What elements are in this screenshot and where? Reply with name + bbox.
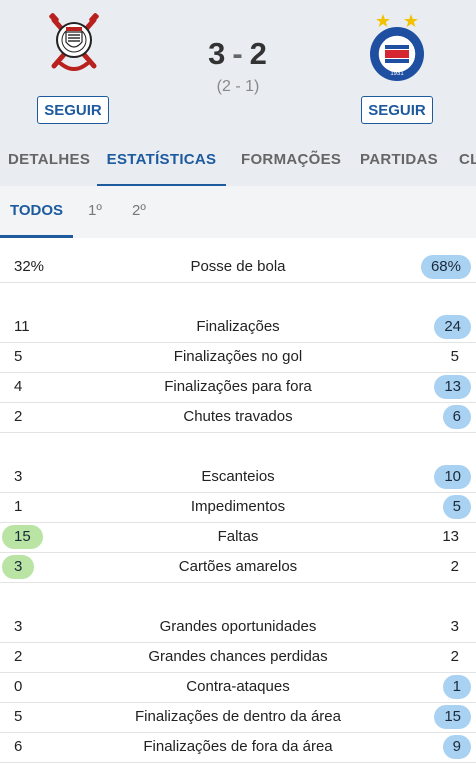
stat-row: Finalizações no gol 5 5 [0, 342, 476, 373]
stat-away-value: 13 [442, 528, 459, 545]
stat-row: Impedimentos 1 5 [0, 492, 476, 523]
stat-label: Chutes travados [183, 408, 293, 425]
stat-label: Contra-ataques [186, 678, 290, 695]
away-crest-year: 1931 [390, 71, 404, 77]
stat-away-value: 10 [434, 465, 471, 489]
stat-home-value: 5 [14, 348, 23, 365]
tab-todos[interactable]: TODOS [0, 186, 73, 238]
stat-label: Finalizações para fora [164, 378, 312, 395]
stat-home-value: 5 [14, 708, 23, 725]
stat-away-value: 24 [434, 315, 471, 339]
stat-label: Escanteios [201, 468, 275, 485]
stat-home-value: 2 [14, 408, 23, 425]
stat-row: Finalizações de fora da área 6 9 [0, 732, 476, 763]
tab-second-half[interactable]: 2º [132, 186, 146, 235]
stat-away-value: 13 [434, 375, 471, 399]
stat-away-value: 5 [442, 495, 471, 519]
stat-row: Grandes chances perdidas 2 2 [0, 642, 476, 673]
stat-home-value: 15 [2, 525, 43, 549]
tab-detalhes[interactable]: DETALHES [8, 138, 90, 184]
score-separator: - [232, 36, 244, 71]
stat-label: Impedimentos [190, 498, 286, 515]
stat-label: Grandes oportunidades [159, 618, 317, 635]
stat-away-value: 1 [442, 675, 471, 699]
stat-label: Finalizações no gol [173, 348, 303, 365]
stat-row: Finalizações de dentro da área 5 15 [0, 702, 476, 733]
score-away: 2 [249, 36, 268, 71]
score-home: 3 [208, 36, 227, 71]
stat-away-value: 9 [442, 735, 471, 759]
match-tabs: DETALHES ESTATÍSTICAS FORMAÇÕES PARTIDAS… [0, 138, 476, 187]
follow-home-button[interactable]: SEGUIR [37, 96, 109, 124]
stat-row: Faltas 15 13 [0, 522, 476, 553]
stat-away-value: 3 [450, 618, 459, 635]
stat-home-value: 3 [2, 555, 35, 579]
stat-home-value: 3 [14, 618, 23, 635]
stat-home-value: 32% [14, 258, 45, 275]
stat-row: Cartões amarelos 3 2 [0, 552, 476, 583]
tab-estatisticas[interactable]: ESTATÍSTICAS [97, 138, 226, 187]
tab-cl[interactable]: CL [459, 138, 476, 184]
match-header: 3-2 (2 - 1) 1931 SEGUIR SEGUIR DETALHES … [0, 0, 476, 187]
stat-away-value: 6 [442, 405, 471, 429]
tab-first-half[interactable]: 1º [88, 186, 102, 235]
stat-label: Finalizações [196, 318, 280, 335]
stat-away-value: 5 [450, 348, 459, 365]
stat-row: Finalizações 11 24 [0, 312, 476, 343]
stat-home-value: 4 [14, 378, 23, 395]
stat-home-value: 2 [14, 648, 23, 665]
stat-away-value: 68% [420, 255, 471, 279]
follow-away-button[interactable]: SEGUIR [361, 96, 433, 124]
stat-home-value: 3 [14, 468, 23, 485]
tab-partidas[interactable]: PARTIDAS [360, 138, 438, 184]
away-team-crest-icon[interactable]: 1931 [366, 12, 428, 82]
stat-row: Grandes oportunidades 3 3 [0, 612, 476, 643]
stat-label: Grandes chances perdidas [148, 648, 328, 665]
tab-formacoes[interactable]: FORMAÇÕES [241, 138, 341, 184]
stat-row: Posse de bola 32% 68% [0, 252, 476, 283]
stat-row: Finalizações para fora 4 13 [0, 372, 476, 403]
stat-label: Cartões amarelos [178, 558, 298, 575]
stat-label: Finalizações de dentro da área [135, 708, 341, 725]
stat-label: Faltas [217, 528, 259, 545]
stat-away-value: 15 [434, 705, 471, 729]
stat-row: Chutes travados 2 6 [0, 402, 476, 433]
stat-away-value: 2 [450, 648, 459, 665]
stat-row: Contra-ataques 0 1 [0, 672, 476, 703]
stat-home-value: 11 [14, 318, 30, 335]
period-tabs: TODOS 1º 2º [0, 186, 476, 238]
stat-away-value: 2 [450, 558, 459, 575]
stat-home-value: 0 [14, 678, 23, 695]
stat-home-value: 6 [14, 738, 23, 755]
stat-home-value: 1 [14, 498, 23, 515]
stat-label: Posse de bola [190, 258, 286, 275]
stat-label: Finalizações de fora da área [143, 738, 333, 755]
stat-row: Escanteios 3 10 [0, 462, 476, 493]
